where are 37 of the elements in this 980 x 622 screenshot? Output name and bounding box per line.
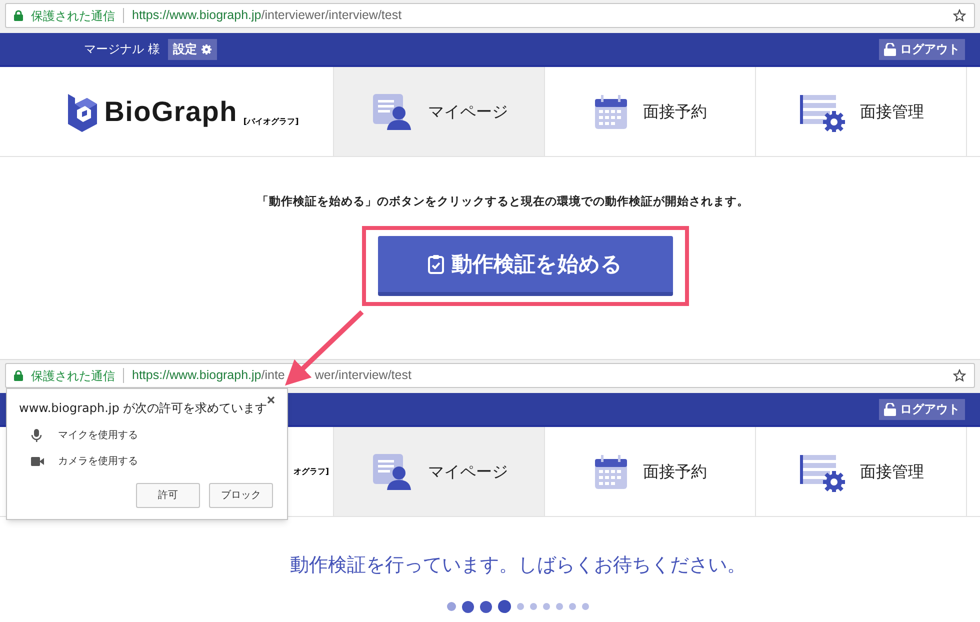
permission-label: マイクを使用する — [58, 429, 138, 443]
address-bar[interactable]: 保護された通信 https://www.biograph.jp/inte wer/interview/test — [5, 363, 975, 388]
logout-button[interactable]: ログアウト — [879, 38, 965, 60]
unlocked-lock-icon — [884, 402, 896, 416]
security-label: 保護された通信 — [31, 368, 115, 384]
profile-document-icon — [370, 452, 414, 492]
url-text: https://www.biograph.jp/inte — [132, 367, 285, 384]
star-icon — [953, 369, 966, 382]
instruction-text: 「動作検証を始める」のボタンをクリックすると現在の環境での動作検証が開始されます。 — [257, 193, 749, 210]
permission-label: カメラを使用する — [58, 455, 138, 469]
user-name: マージナル 様 — [84, 41, 160, 58]
security-label: 保護された通信 — [31, 8, 115, 24]
block-button[interactable]: ブロック — [209, 483, 273, 508]
logo-reading: オグラフ] — [293, 466, 329, 478]
lock-icon — [14, 370, 23, 381]
allow-button[interactable]: 許可 — [136, 483, 200, 508]
logo-reading: [バイオグラフ] — [243, 116, 299, 128]
microphone-icon — [31, 429, 44, 442]
star-icon — [953, 9, 966, 22]
nav-tab[interactable]: マイページ — [333, 427, 544, 516]
video-camera-icon — [31, 455, 44, 468]
settings-button[interactable]: 設定 — [168, 38, 217, 60]
lock-icon — [14, 10, 23, 21]
clipboard-check-icon — [428, 254, 444, 274]
logo-text: BioGraph — [104, 94, 238, 129]
popup-title: www.biograph.jp が次の許可を求めています — [19, 400, 268, 417]
start-check-button[interactable]: 動作検証を始める — [378, 236, 672, 296]
close-button[interactable] — [267, 395, 276, 405]
status-message: 動作検証を行っています。しばらくお待ちください。 — [290, 553, 746, 578]
url-text: wer/interview/test — [314, 367, 412, 384]
profile-document-icon — [370, 92, 414, 132]
gear-icon — [200, 44, 212, 54]
logout-button[interactable]: ログアウト — [879, 398, 965, 420]
url-text: https://www.biograph.jp/interviewer/interview/test — [132, 7, 402, 24]
unlocked-lock-icon — [884, 42, 896, 56]
address-bar[interactable]: 保護された通信 https://www.biograph.jp/interviewer/interview/test — [5, 3, 975, 28]
nav-tab[interactable]: マイページ — [333, 67, 544, 156]
